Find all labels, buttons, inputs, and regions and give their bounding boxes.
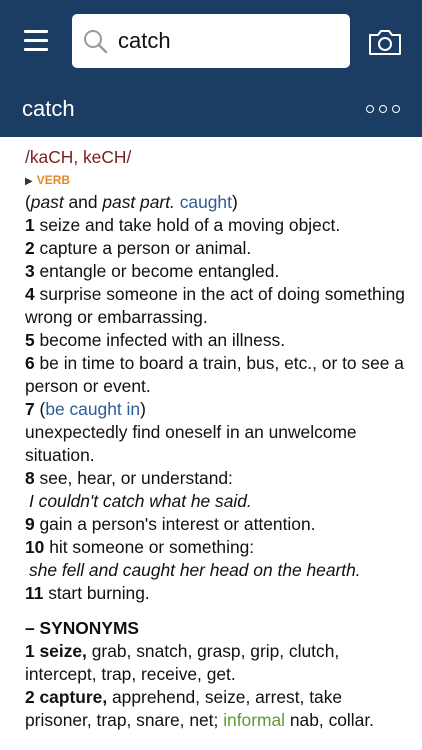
sense-number: 5 bbox=[25, 330, 35, 350]
sense: 4 surprise someone in the act of doing s… bbox=[25, 283, 410, 329]
disclosure-triangle-icon: ▶ bbox=[25, 176, 33, 187]
camera-icon[interactable] bbox=[368, 28, 402, 56]
sense-definition: see, hear, or understand: bbox=[39, 468, 233, 488]
synonym-number: 1 bbox=[25, 641, 35, 661]
search-box[interactable] bbox=[72, 14, 350, 68]
sense-number: 2 bbox=[25, 238, 35, 258]
sense-number: 11 bbox=[25, 583, 44, 603]
inflection: (past and past part. caught) bbox=[25, 191, 410, 214]
sense-definition: start burning. bbox=[48, 583, 150, 603]
sense-definition: become infected with an illness. bbox=[39, 330, 286, 350]
more-icon-dot bbox=[366, 105, 374, 113]
more-icon[interactable] bbox=[366, 102, 402, 116]
sense: 6 be in time to board a train, bus, etc.… bbox=[25, 352, 410, 398]
synonym-list: nab, collar. bbox=[289, 710, 374, 730]
inflection-conjunction: and bbox=[63, 192, 103, 212]
example-sentence: she fell and caught her head on the hear… bbox=[29, 560, 361, 580]
sense: 10 hit someone or something: bbox=[25, 536, 410, 559]
sense: 2 capture a person or animal. bbox=[25, 237, 410, 260]
dictionary-entry: /kaCH, keCH/ ▶ VERB (past and past part. … bbox=[25, 146, 410, 732]
sense-number: 8 bbox=[25, 468, 35, 488]
sense-definition: surprise someone in the act of doing som… bbox=[25, 284, 405, 327]
menu-icon-line bbox=[24, 48, 48, 51]
sense-number: 3 bbox=[25, 261, 35, 281]
synonym-headword: seize, bbox=[39, 641, 87, 661]
sense-definition: be in time to board a train, bus, etc., … bbox=[25, 353, 404, 396]
menu-icon[interactable] bbox=[24, 30, 48, 52]
inflection-form-link[interactable]: caught bbox=[180, 192, 232, 212]
sense: 1 seize and take hold of a moving object… bbox=[25, 214, 410, 237]
sense-number: 10 bbox=[25, 537, 45, 557]
sense-number: 9 bbox=[25, 514, 35, 534]
sense-definition: unexpectedly find oneself in an unwelcom… bbox=[25, 422, 357, 465]
more-icon-dot bbox=[392, 105, 400, 113]
example-sentence: I couldn't catch what he said. bbox=[29, 491, 252, 511]
sense: 11 start burning. bbox=[25, 582, 410, 605]
phrase-paren: ) bbox=[140, 399, 146, 419]
synonyms-heading: – SYNONYMS bbox=[25, 618, 140, 638]
title-row: catch bbox=[0, 82, 422, 137]
inflection-paren: ) bbox=[231, 192, 238, 212]
sense: 3 entangle or become entangled. bbox=[25, 260, 410, 283]
sense: 5 become infected with an illness. bbox=[25, 329, 410, 352]
sense-number: 1 bbox=[25, 215, 35, 235]
sense-number: 7 bbox=[25, 399, 35, 419]
sense-number: 6 bbox=[25, 353, 35, 373]
sense: 7 (be caught in) bbox=[25, 398, 410, 421]
search-input[interactable] bbox=[118, 24, 338, 58]
sense-definition: hit someone or something: bbox=[49, 537, 255, 557]
sense-definition: capture a person or animal. bbox=[39, 238, 252, 258]
menu-icon-line bbox=[24, 39, 48, 42]
synonym-headword: capture, bbox=[39, 687, 108, 707]
synonym-number: 2 bbox=[25, 687, 35, 707]
part-of-speech[interactable]: ▶ VERB bbox=[25, 171, 410, 191]
register-label: informal bbox=[223, 710, 286, 730]
sense-definition: seize and take hold of a moving object. bbox=[39, 215, 341, 235]
app: catch /kaCH, keCH/ ▶VERB (past and past … bbox=[0, 0, 422, 750]
sense-number: 4 bbox=[25, 284, 35, 304]
pronunciation: /kaCH, keCH/ bbox=[25, 147, 132, 167]
inflection-label: past bbox=[30, 192, 64, 212]
sense: 9 gain a person's interest or attention. bbox=[25, 513, 410, 536]
sense-definition: gain a person's interest or attention. bbox=[39, 514, 316, 534]
page-title: catch bbox=[22, 96, 75, 121]
phrase-link[interactable]: be caught in bbox=[45, 399, 140, 419]
menu-icon-line bbox=[24, 30, 48, 33]
synonym-group: 2 capture, apprehend, seize, arrest, tak… bbox=[25, 686, 410, 732]
more-icon-dot bbox=[379, 105, 387, 113]
part-of-speech-label: VERB bbox=[36, 173, 71, 187]
top-bar: catch bbox=[0, 0, 422, 137]
sense: 8 see, hear, or understand: bbox=[25, 467, 410, 490]
inflection-label: past part. bbox=[102, 192, 175, 212]
sense-definition: entangle or become entangled. bbox=[39, 261, 280, 281]
synonym-group: 1 seize, grab, snatch, grasp, grip, clut… bbox=[25, 640, 410, 686]
search-icon bbox=[84, 30, 108, 54]
